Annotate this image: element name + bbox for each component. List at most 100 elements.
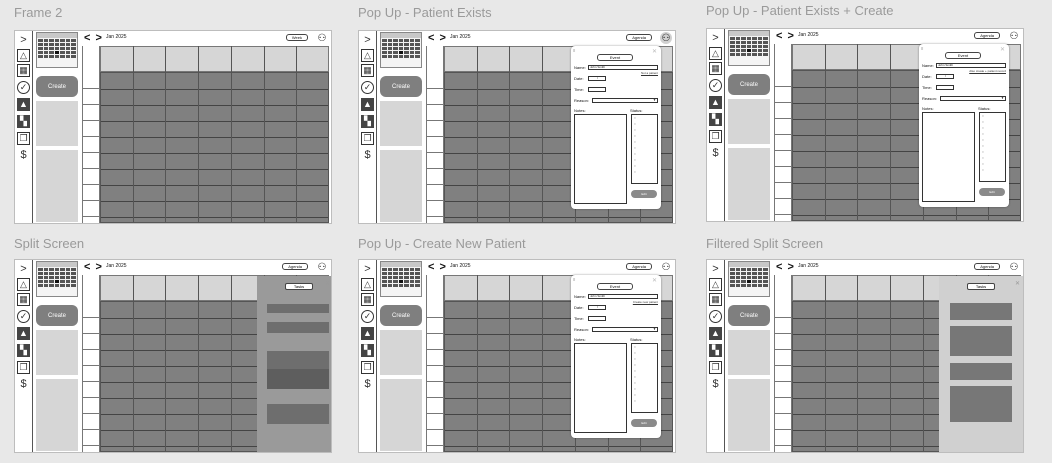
- calendar-day[interactable]: [38, 280, 43, 283]
- calendar-day[interactable]: [730, 272, 735, 275]
- dollar-icon[interactable]: $: [709, 378, 722, 391]
- triangle-icon[interactable]: △: [17, 49, 30, 62]
- calendar-day[interactable]: [404, 276, 409, 279]
- dollar-icon[interactable]: $: [361, 149, 374, 162]
- calendar-day[interactable]: [404, 51, 409, 54]
- calendar-day[interactable]: [43, 55, 49, 58]
- calendar-day[interactable]: [752, 284, 757, 287]
- calendar-day[interactable]: [43, 39, 49, 42]
- calendar-icon[interactable]: ▦: [709, 293, 722, 306]
- calendar-day[interactable]: [415, 268, 420, 271]
- calendar-day[interactable]: [65, 280, 71, 283]
- notes-textarea[interactable]: [574, 114, 627, 204]
- calendar-day[interactable]: [43, 51, 49, 54]
- calendar-day[interactable]: [382, 280, 387, 283]
- edit-button[interactable]: Edit: [631, 419, 657, 427]
- calendar-body[interactable]: [100, 72, 329, 223]
- calendar-day[interactable]: [746, 280, 752, 283]
- flask-icon[interactable]: ▲: [361, 327, 374, 340]
- calendar-day[interactable]: [746, 49, 752, 52]
- check-circle-icon[interactable]: ✓: [361, 81, 374, 94]
- calendar-day[interactable]: [752, 37, 757, 40]
- calendar-day[interactable]: [415, 39, 420, 42]
- calendar-day[interactable]: [404, 268, 409, 271]
- dollar-icon[interactable]: $: [17, 378, 30, 391]
- mini-calendar[interactable]: [380, 261, 422, 297]
- mini-calendar[interactable]: [380, 32, 422, 68]
- nav-arrows[interactable]: < >: [428, 32, 447, 44]
- drag-handle-icon[interactable]: ≡: [573, 277, 575, 282]
- calendar-day[interactable]: [746, 41, 752, 44]
- calendar-day[interactable]: [409, 43, 415, 46]
- calendar-day[interactable]: [393, 268, 398, 271]
- notes-textarea[interactable]: [574, 343, 627, 433]
- calendar-day[interactable]: [382, 55, 387, 58]
- view-toggle-button[interactable]: Agenda: [626, 263, 652, 270]
- calendar-day[interactable]: [763, 280, 768, 283]
- calendar-day[interactable]: [398, 276, 404, 279]
- calendar-day[interactable]: [382, 276, 387, 279]
- reason-select[interactable]: ▼: [592, 327, 658, 332]
- calendar-day[interactable]: [49, 51, 54, 54]
- view-toggle-button[interactable]: Agenda: [974, 32, 1000, 39]
- dashboard-icon[interactable]: ▚: [709, 113, 722, 126]
- calendar-day[interactable]: [763, 37, 768, 40]
- calendar-day[interactable]: [757, 45, 763, 48]
- nav-arrows[interactable]: < >: [428, 261, 447, 273]
- dashboard-icon[interactable]: ▚: [361, 115, 374, 128]
- calendar-day[interactable]: [763, 49, 768, 52]
- calendar-day[interactable]: [38, 284, 43, 287]
- calendar-day[interactable]: [382, 47, 387, 50]
- calendar-day[interactable]: [71, 51, 76, 54]
- calendar-day[interactable]: [741, 53, 746, 56]
- view-toggle-button[interactable]: Agenda: [626, 34, 652, 41]
- document-icon[interactable]: ❐: [361, 132, 374, 145]
- flask-icon[interactable]: ▲: [709, 327, 722, 340]
- calendar-day[interactable]: [752, 276, 757, 279]
- create-button[interactable]: Create: [380, 76, 422, 97]
- close-icon[interactable]: ✕: [652, 48, 657, 55]
- calendar-day[interactable]: [752, 272, 757, 275]
- calendar-day[interactable]: [730, 37, 735, 40]
- calendar-day[interactable]: [71, 272, 76, 275]
- calendar-day[interactable]: [415, 280, 420, 283]
- calendar-day[interactable]: [382, 272, 387, 275]
- calendar-day[interactable]: [746, 53, 752, 56]
- calendar-day[interactable]: [54, 284, 60, 287]
- calendar-icon[interactable]: ▦: [709, 62, 722, 75]
- calendar-day[interactable]: [752, 41, 757, 44]
- calendar-day[interactable]: [393, 280, 398, 283]
- calendar-day[interactable]: [382, 39, 387, 42]
- calendar-day[interactable]: [741, 49, 746, 52]
- calendar-day[interactable]: [49, 272, 54, 275]
- calendar-day[interactable]: [65, 55, 71, 58]
- calendar-day[interactable]: [730, 284, 735, 287]
- calendar-day[interactable]: [415, 284, 420, 287]
- flask-icon[interactable]: ▲: [17, 98, 30, 111]
- calendar-day[interactable]: [741, 41, 746, 44]
- calendar-day[interactable]: [398, 47, 404, 50]
- tasks-button[interactable]: Tasks: [285, 283, 313, 290]
- calendar-day[interactable]: [71, 276, 76, 279]
- calendar-day[interactable]: [43, 284, 49, 287]
- calendar-day[interactable]: [60, 280, 65, 283]
- status-radio[interactable]: ○: [980, 167, 1005, 173]
- calendar-day[interactable]: [387, 43, 393, 46]
- chevron-right-icon[interactable]: >: [361, 34, 374, 47]
- user-avatar-icon[interactable]: ⚇: [660, 32, 672, 44]
- nav-arrows[interactable]: < >: [776, 261, 795, 273]
- calendar-day[interactable]: [752, 45, 757, 48]
- dashboard-icon[interactable]: ▚: [361, 344, 374, 357]
- calendar-day[interactable]: [415, 47, 420, 50]
- calendar-day[interactable]: [387, 55, 393, 58]
- close-icon[interactable]: ✕: [1000, 46, 1005, 53]
- dashboard-icon[interactable]: ▚: [709, 344, 722, 357]
- calendar-day[interactable]: [398, 55, 404, 58]
- calendar-day[interactable]: [54, 39, 60, 42]
- status-radio[interactable]: ○: [632, 398, 657, 404]
- calendar-day[interactable]: [54, 272, 60, 275]
- date-field[interactable]: /: [588, 305, 606, 310]
- name-field[interactable]: John Smith: [588, 65, 658, 70]
- calendar-day[interactable]: [735, 37, 741, 40]
- nav-arrows[interactable]: < >: [776, 30, 795, 42]
